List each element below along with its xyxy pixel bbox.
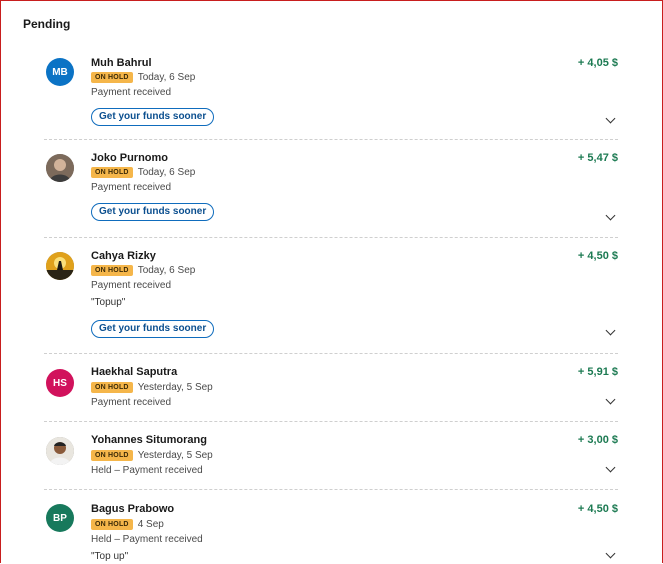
chevron-down-icon[interactable] — [605, 548, 616, 559]
transaction-date: 4 Sep — [137, 519, 164, 530]
amount: + 4,05 $ — [577, 57, 618, 69]
pending-panel: Pending MB Muh Bahrul + 4,05 $ ON HOLD T… — [0, 0, 663, 563]
status-line: ON HOLD Today, 6 Sep — [91, 167, 195, 178]
payer-name: Bagus Prabowo — [91, 503, 175, 515]
amount: + 5,91 $ — [577, 366, 618, 378]
payer-name: Joko Purnomo — [91, 152, 169, 164]
person-photo-icon — [46, 437, 74, 465]
chevron-down-icon[interactable] — [605, 462, 616, 473]
transaction-row[interactable]: Cahya Rizky + 4,50 $ ON HOLD Today, 6 Se… — [44, 238, 618, 354]
transaction-row[interactable]: BP Bagus Prabowo + 4,50 $ ON HOLD 4 Sep … — [44, 490, 618, 563]
avatar: HS — [46, 369, 74, 397]
get-funds-sooner-button[interactable]: Get your funds sooner — [91, 320, 215, 338]
payer-name: Muh Bahrul — [91, 57, 152, 69]
amount: + 4,50 $ — [577, 250, 618, 262]
status-line: ON HOLD Today, 6 Sep — [91, 265, 195, 276]
status-line: ON HOLD Today, 6 Sep — [91, 72, 195, 83]
transaction-date: Yesterday, 5 Sep — [137, 382, 213, 393]
transaction-row[interactable]: MB Muh Bahrul + 4,05 $ ON HOLD Today, 6 … — [44, 45, 618, 140]
transaction-date: Today, 6 Sep — [137, 265, 196, 276]
transaction-description: Payment received — [91, 280, 172, 291]
payer-name: Cahya Rizky — [91, 250, 156, 262]
status-badge: ON HOLD — [91, 265, 133, 276]
amount: + 5,47 $ — [577, 152, 618, 164]
section-title: Pending — [23, 17, 71, 31]
amount: + 4,50 $ — [577, 503, 618, 515]
status-badge: ON HOLD — [91, 167, 133, 178]
avatar-initials: MB — [52, 66, 68, 78]
chevron-down-icon[interactable] — [605, 113, 616, 124]
transaction-description: Held – Payment received — [91, 534, 203, 545]
transaction-description: Payment received — [91, 182, 172, 193]
person-photo-icon — [46, 154, 74, 182]
avatar-initials: BP — [53, 512, 67, 524]
transaction-date: Today, 6 Sep — [137, 167, 196, 178]
transaction-date: Today, 6 Sep — [137, 72, 196, 83]
landscape-photo-avatar — [46, 252, 74, 280]
chevron-down-icon[interactable] — [605, 325, 616, 336]
transaction-description: Held – Payment received — [91, 465, 203, 476]
transaction-note: "Top up" — [91, 551, 129, 562]
status-badge: ON HOLD — [91, 382, 133, 393]
get-funds-sooner-button[interactable]: Get your funds sooner — [91, 203, 215, 221]
landscape-photo-icon — [46, 252, 74, 280]
avatar: BP — [46, 504, 74, 532]
transaction-list: MB Muh Bahrul + 4,05 $ ON HOLD Today, 6 … — [44, 45, 618, 563]
chevron-down-icon[interactable] — [605, 210, 616, 221]
status-line: ON HOLD 4 Sep — [91, 519, 164, 530]
transaction-description: Payment received — [91, 397, 172, 408]
person-photo-avatar — [46, 154, 74, 182]
status-badge: ON HOLD — [91, 72, 133, 83]
status-badge: ON HOLD — [91, 519, 133, 530]
payer-name: Haekhal Saputra — [91, 366, 178, 378]
transaction-row[interactable]: Joko Purnomo + 5,47 $ ON HOLD Today, 6 S… — [44, 140, 618, 238]
transaction-row[interactable]: Yohannes Situmorang + 3,00 $ ON HOLD Yes… — [44, 422, 618, 490]
avatar: MB — [46, 58, 74, 86]
get-funds-sooner-button[interactable]: Get your funds sooner — [91, 108, 215, 126]
status-line: ON HOLD Yesterday, 5 Sep — [91, 450, 213, 461]
status-line: ON HOLD Yesterday, 5 Sep — [91, 382, 213, 393]
status-badge: ON HOLD — [91, 450, 133, 461]
transaction-row[interactable]: HS Haekhal Saputra + 5,91 $ ON HOLD Yest… — [44, 354, 618, 422]
transaction-note: "Topup" — [91, 297, 126, 308]
amount: + 3,00 $ — [577, 434, 618, 446]
chevron-down-icon[interactable] — [605, 394, 616, 405]
avatar-initials: HS — [53, 377, 67, 389]
transaction-description: Payment received — [91, 87, 172, 98]
person-photo-avatar — [46, 437, 74, 465]
transaction-date: Yesterday, 5 Sep — [137, 450, 213, 461]
payer-name: Yohannes Situmorang — [91, 434, 207, 446]
